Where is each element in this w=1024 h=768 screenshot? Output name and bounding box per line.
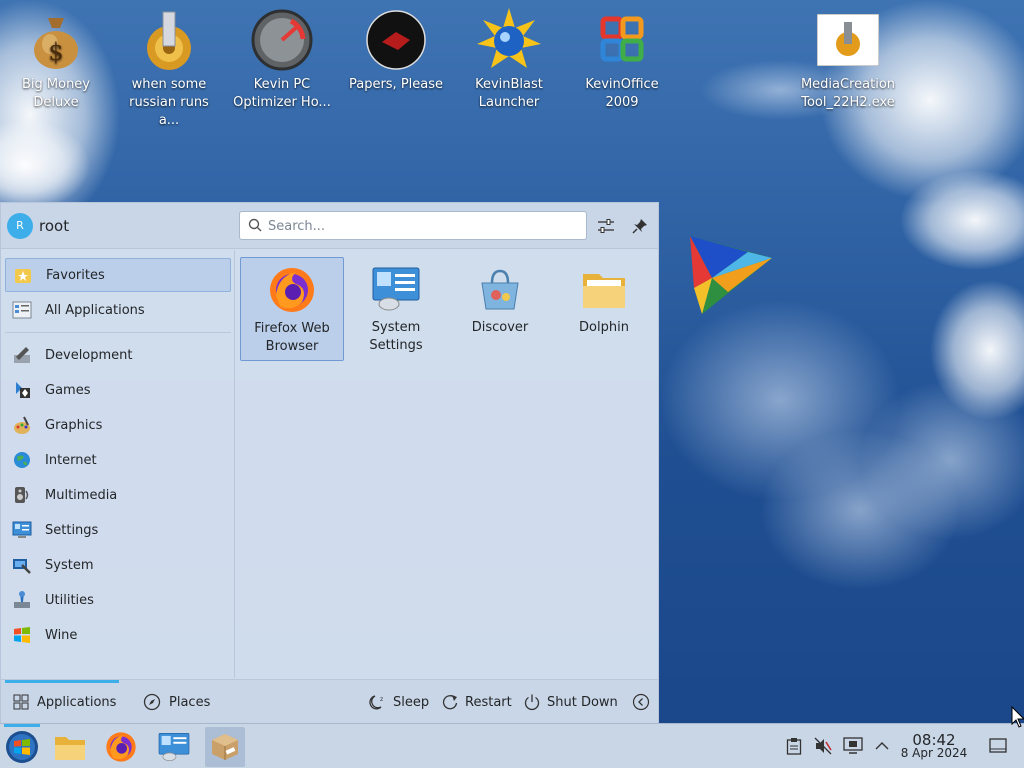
taskbar-dolphin[interactable] — [50, 727, 90, 767]
discover-icon — [474, 263, 526, 315]
category-system[interactable]: System — [5, 548, 231, 582]
graphics-icon — [11, 414, 33, 436]
category-sidebar: Favorites All Applications Development G… — [1, 250, 235, 678]
speedometer-icon — [250, 8, 314, 72]
desktop-icon-russian[interactable]: when some russian runs a... — [113, 8, 225, 130]
wine-windows-icon — [11, 624, 33, 646]
development-icon — [11, 344, 33, 366]
start-button[interactable] — [2, 727, 42, 767]
volume-muted-icon — [814, 737, 832, 755]
package-icon — [212, 734, 238, 760]
configure-icon — [598, 219, 614, 233]
settings-panel-icon — [11, 519, 33, 541]
internet-globe-icon — [11, 449, 33, 471]
start-orb-icon — [6, 731, 38, 763]
svg-text:$: $ — [48, 38, 63, 66]
display-icon — [843, 737, 863, 754]
pin-button[interactable] — [629, 215, 651, 237]
pin-icon — [632, 219, 647, 234]
desktop-icon-kevinoffice-2009[interactable]: KevinOffice 2009 — [566, 8, 678, 112]
taskbar — [0, 723, 1024, 768]
category-multimedia[interactable]: Multimedia — [5, 478, 231, 512]
show-hidden-tray-button[interactable] — [872, 736, 892, 756]
compass-icon — [143, 693, 161, 711]
taskbar-package[interactable] — [205, 727, 245, 767]
launcher-footer: Applications Places z Sleep Restart Shut… — [1, 679, 658, 723]
money-bag-icon: $ — [24, 8, 88, 72]
folder-icon — [578, 263, 630, 315]
firefox-icon — [106, 732, 136, 762]
shut-down-button[interactable]: Shut Down — [523, 680, 618, 724]
category-internet[interactable]: Internet — [5, 443, 231, 477]
category-development[interactable]: Development — [5, 338, 231, 372]
category-graphics[interactable]: Graphics — [5, 408, 231, 442]
kite-widget[interactable] — [688, 234, 774, 318]
system-settings-icon — [158, 732, 190, 762]
desktop-icon-kevinblast-launcher[interactable]: KevinBlast Launcher — [453, 8, 565, 112]
grid-icon — [13, 694, 29, 710]
category-separator — [5, 332, 231, 333]
installer-icon — [816, 8, 880, 72]
taskbar-firefox[interactable] — [101, 727, 141, 767]
app-discover[interactable]: Discover — [448, 257, 552, 361]
favorites-grid: Firefox Web Browser System Settings Disc… — [237, 250, 658, 678]
search-input[interactable] — [268, 216, 578, 236]
system-icon — [11, 554, 33, 576]
sleep-button[interactable]: z Sleep — [369, 680, 429, 724]
category-all-applications[interactable]: All Applications — [5, 293, 231, 327]
restart-button[interactable]: Restart — [441, 680, 512, 724]
desktop-icon-big-money-deluxe[interactable]: $ Big Money Deluxe — [0, 8, 112, 112]
games-icon — [11, 379, 33, 401]
application-launcher: R root Favorites All Applications Develo… — [0, 202, 659, 723]
avatar[interactable]: R — [7, 213, 33, 239]
chevron-left-icon — [632, 693, 650, 711]
taskbar-system-settings[interactable] — [154, 727, 194, 767]
desktop-icon-papers-please[interactable]: Papers, Please — [340, 8, 452, 94]
sleep-icon: z — [369, 693, 387, 711]
category-utilities[interactable]: Utilities — [5, 583, 231, 617]
restart-icon — [441, 693, 459, 711]
clipboard-button[interactable] — [784, 736, 804, 756]
category-games[interactable]: Games — [5, 373, 231, 407]
app-grid-icon — [11, 299, 33, 321]
user-name[interactable]: root — [39, 217, 69, 235]
folder-icon — [55, 737, 85, 760]
app-firefox[interactable]: Firefox Web Browser — [240, 257, 344, 361]
red-stamp-disc-icon — [364, 8, 428, 72]
office-logo-icon — [590, 8, 654, 72]
star-folder-icon — [12, 264, 34, 286]
app-dolphin[interactable]: Dolphin — [552, 257, 656, 361]
category-favorites[interactable]: Favorites — [5, 258, 231, 292]
utilities-icon — [11, 589, 33, 611]
clock-date[interactable]: 8 Apr 2024 — [896, 746, 972, 760]
svg-text:z: z — [380, 696, 383, 703]
show-desktop-button[interactable] — [988, 736, 1008, 756]
sun-globe-icon — [477, 8, 541, 72]
app-system-settings[interactable]: System Settings — [344, 257, 448, 361]
show-desktop-icon — [989, 738, 1007, 753]
tab-applications[interactable]: Applications — [5, 680, 119, 724]
system-settings-icon — [370, 263, 422, 315]
desktop-icon-kevin-pc-optimizer[interactable]: Kevin PC Optimizer Ho... — [226, 8, 338, 112]
tab-places[interactable]: Places — [143, 680, 210, 724]
display-button[interactable] — [843, 736, 863, 756]
desktop-icon-mediacreationtool[interactable]: MediaCreation Tool_22H2.exe — [792, 8, 904, 112]
category-settings[interactable]: Settings — [5, 513, 231, 547]
configure-button[interactable] — [595, 215, 617, 237]
more-power-options-button[interactable] — [632, 680, 656, 724]
multimedia-icon — [11, 484, 33, 506]
firefox-icon — [266, 264, 318, 316]
launcher-header: R root — [1, 203, 658, 249]
search-field[interactable] — [239, 211, 587, 240]
clipboard-icon — [786, 738, 802, 755]
volume-button[interactable] — [813, 736, 833, 756]
search-icon — [248, 218, 262, 236]
mouse-cursor-icon — [1011, 705, 1024, 732]
category-wine[interactable]: Wine — [5, 618, 231, 652]
chevron-up-icon — [875, 742, 889, 750]
gear-cogs-icon — [137, 8, 201, 72]
power-icon — [523, 693, 541, 711]
